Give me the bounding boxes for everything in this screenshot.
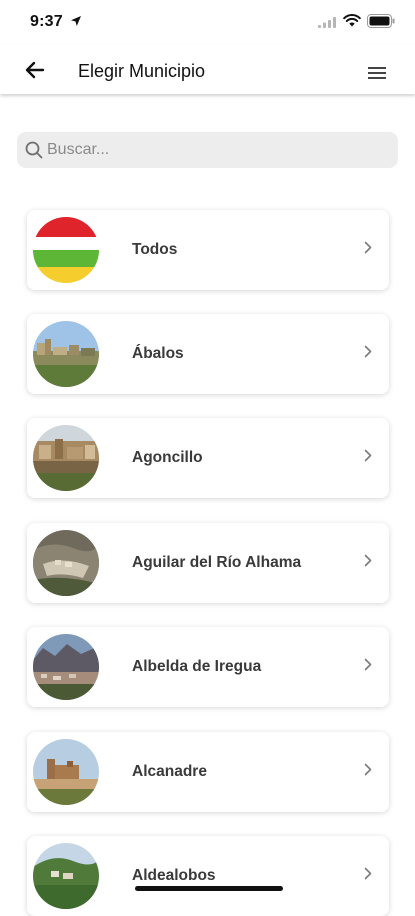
municipality-item-alcanadre[interactable]: Alcanadre bbox=[27, 732, 389, 812]
chevron-right-icon bbox=[364, 241, 372, 254]
menu-icon[interactable] bbox=[366, 64, 388, 82]
town-photo-avatar bbox=[33, 425, 99, 491]
town-photo-avatar bbox=[33, 530, 99, 596]
town-photo-avatar bbox=[33, 739, 99, 805]
municipality-name: Albelda de Iregua bbox=[132, 658, 262, 675]
municipality-item-aldealobos[interactable]: Aldealobos bbox=[27, 836, 389, 916]
municipality-name: Ábalos bbox=[132, 345, 184, 362]
back-arrow-icon[interactable] bbox=[22, 57, 48, 83]
municipality-name: Aldealobos bbox=[132, 867, 216, 884]
page-title: Elegir Municipio bbox=[78, 61, 206, 81]
municipality-item-aguilar-del-rio-alhama[interactable]: Aguilar del Río Alhama bbox=[27, 523, 389, 603]
town-photo-avatar bbox=[33, 321, 99, 387]
cellular-signal-icon bbox=[318, 17, 336, 28]
municipality-name: Alcanadre bbox=[132, 763, 207, 780]
wifi-icon bbox=[343, 14, 361, 27]
chevron-right-icon bbox=[364, 658, 372, 671]
town-photo-avatar bbox=[33, 843, 99, 909]
chevron-right-icon bbox=[364, 449, 372, 462]
home-indicator bbox=[135, 886, 283, 891]
municipality-name: Todos bbox=[132, 241, 178, 258]
chevron-right-icon bbox=[364, 763, 372, 776]
municipality-item-todos[interactable]: Todos bbox=[27, 210, 389, 290]
municipality-item-agoncillo[interactable]: Agoncillo bbox=[27, 418, 389, 498]
municipality-name: Aguilar del Río Alhama bbox=[132, 554, 302, 571]
search-input[interactable] bbox=[47, 137, 387, 163]
search-icon bbox=[25, 141, 43, 159]
chevron-right-icon bbox=[364, 345, 372, 358]
app-header: Elegir Municipio bbox=[0, 44, 415, 94]
location-arrow-icon bbox=[71, 16, 81, 26]
town-photo-avatar bbox=[33, 634, 99, 700]
status-bar: 9:37 bbox=[0, 0, 415, 44]
chevron-right-icon bbox=[364, 867, 372, 880]
municipality-item-albelda-de-iregua[interactable]: Albelda de Iregua bbox=[27, 627, 389, 707]
status-time: 9:37 bbox=[30, 13, 63, 30]
municipality-name: Agoncillo bbox=[132, 449, 203, 466]
chevron-right-icon bbox=[364, 554, 372, 567]
battery-icon bbox=[367, 14, 395, 28]
search-bar[interactable] bbox=[17, 132, 398, 168]
municipality-item-abalos[interactable]: Ábalos bbox=[27, 314, 389, 394]
la-rioja-flag-avatar bbox=[33, 217, 99, 283]
